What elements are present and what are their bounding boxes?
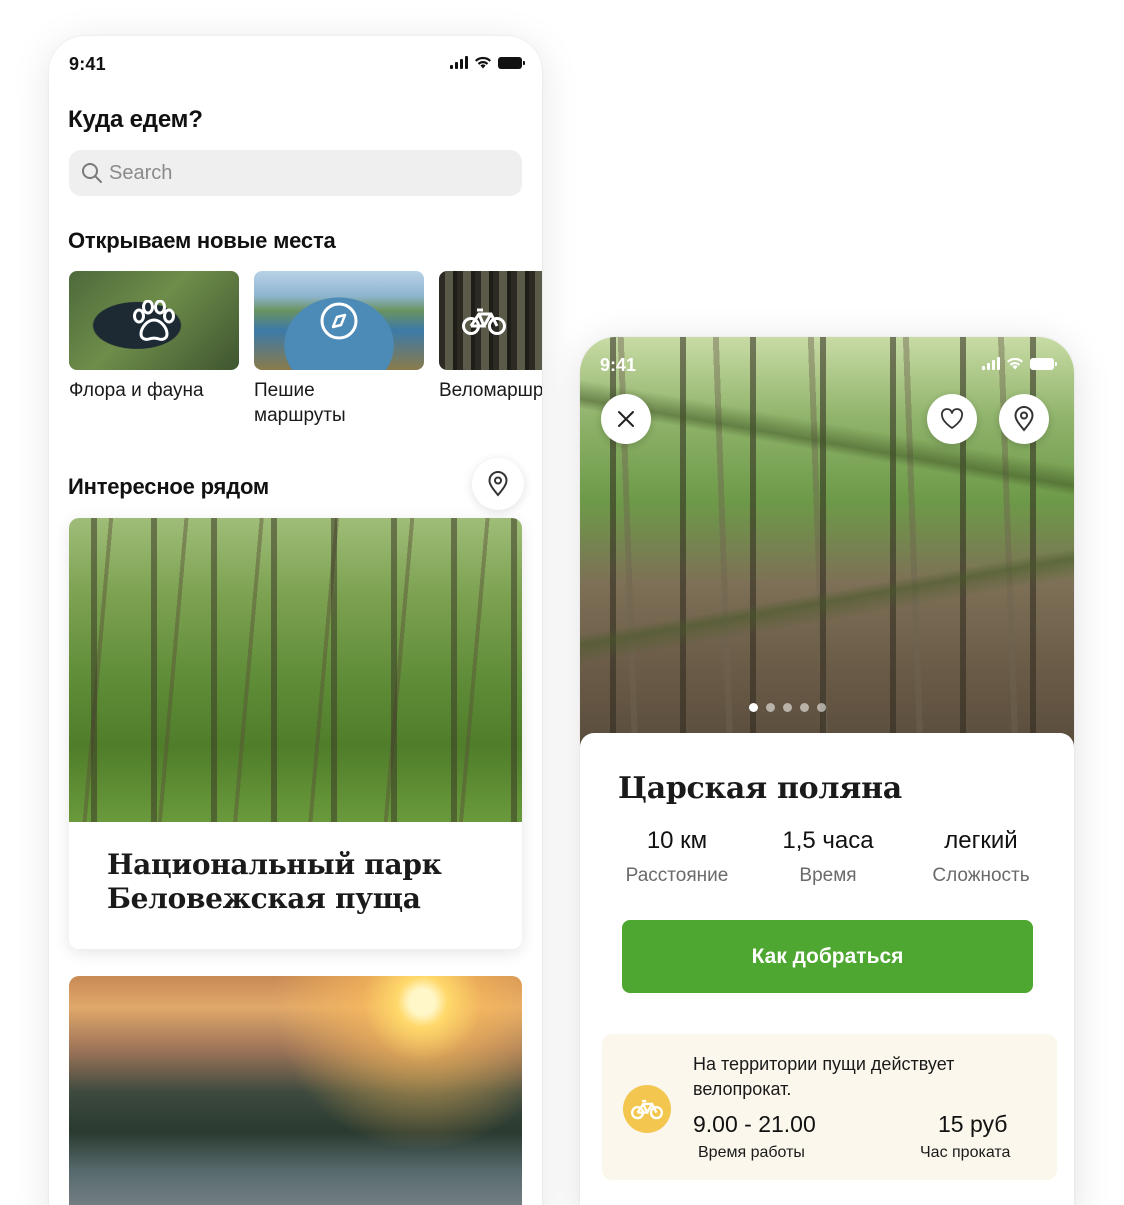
page-title: Куда едем? bbox=[68, 106, 203, 133]
category-flora-fauna[interactable]: Флора и фауна bbox=[69, 271, 239, 403]
stat-distance: 10 км Расстояние bbox=[607, 827, 747, 887]
place-card-image bbox=[69, 518, 522, 822]
status-time: 9:41 bbox=[69, 54, 106, 74]
compass-icon bbox=[320, 302, 358, 339]
category-image bbox=[439, 271, 542, 370]
gallery-pagination[interactable] bbox=[580, 703, 1074, 712]
rental-hours-value: 9.00 - 21.00 bbox=[693, 1111, 816, 1137]
nearby-heading: Интересное рядом bbox=[68, 474, 269, 499]
map-pin-button[interactable] bbox=[472, 458, 524, 510]
rental-price-value: 15 руб bbox=[938, 1111, 1008, 1137]
search-icon bbox=[82, 163, 102, 183]
heart-icon bbox=[941, 408, 963, 429]
stat-value: легкий bbox=[944, 827, 1018, 854]
stat-time: 1,5 часа Время bbox=[758, 827, 898, 887]
place-detail-screen: 9:41 Царская поляна 10 км Расстояние 1,5… bbox=[580, 337, 1074, 1205]
stat-value: 10 км bbox=[646, 827, 708, 854]
signal-icon bbox=[450, 56, 468, 69]
close-button[interactable] bbox=[601, 394, 651, 444]
location-pin-icon bbox=[1014, 406, 1034, 432]
close-icon bbox=[618, 411, 634, 427]
category-label: Пешие маршруты bbox=[254, 380, 346, 426]
rental-price-label: Час проката bbox=[920, 1144, 1011, 1161]
battery-icon bbox=[498, 56, 525, 69]
search-bar[interactable] bbox=[69, 150, 522, 196]
wifi-icon bbox=[475, 56, 491, 69]
signal-icon bbox=[982, 357, 1000, 370]
rental-hours-label: Время работы bbox=[698, 1144, 805, 1161]
directions-button[interactable]: Как добраться bbox=[622, 920, 1033, 993]
search-input[interactable] bbox=[109, 161, 489, 185]
location-pin-icon bbox=[488, 471, 508, 497]
status-icons bbox=[450, 56, 525, 69]
status-bar: 9:41 bbox=[580, 337, 1074, 387]
place-card[interactable]: Национальный парк Беловежская пуща bbox=[69, 518, 522, 949]
bike-badge bbox=[623, 1085, 671, 1133]
rental-note: На территории пущи действует велопрокат. bbox=[693, 1054, 955, 1099]
status-bar: 9:41 bbox=[49, 36, 542, 92]
battery-icon bbox=[1030, 357, 1057, 370]
bike-rental-info: На территории пущи действует велопрокат.… bbox=[602, 1034, 1057, 1180]
category-image bbox=[69, 271, 239, 370]
gallery-dot[interactable] bbox=[799, 703, 809, 712]
wifi-icon bbox=[1007, 357, 1023, 370]
category-image bbox=[254, 271, 424, 370]
category-label: Веломаршруты bbox=[439, 380, 542, 401]
status-time: 9:41 bbox=[600, 355, 637, 375]
bicycle-icon bbox=[462, 308, 506, 335]
paw-icon bbox=[133, 299, 175, 341]
stat-label: Сложность bbox=[932, 865, 1030, 886]
stat-label: Время bbox=[799, 865, 857, 886]
gallery-dot[interactable] bbox=[748, 703, 758, 712]
status-icons bbox=[982, 357, 1057, 370]
gallery-dot[interactable] bbox=[816, 703, 826, 712]
category-hiking[interactable]: Пешие маршруты bbox=[254, 271, 424, 428]
favorite-button[interactable] bbox=[927, 394, 977, 444]
home-screen: 9:41 Куда едем? Открываем новые места bbox=[49, 36, 542, 1205]
place-card-title: Национальный парк Беловежская пуща bbox=[107, 848, 442, 915]
place-photo-gallery[interactable] bbox=[580, 337, 1074, 747]
show-on-map-button[interactable] bbox=[999, 394, 1049, 444]
place-title: Царская поляна bbox=[618, 771, 902, 806]
stat-value: 1,5 часа bbox=[782, 827, 874, 854]
place-card-image-next[interactable] bbox=[69, 976, 522, 1205]
bicycle-icon bbox=[631, 1099, 663, 1120]
stat-label: Расстояние bbox=[625, 865, 729, 886]
gallery-dot[interactable] bbox=[782, 703, 792, 712]
place-info-sheet: Царская поляна 10 км Расстояние 1,5 часа… bbox=[580, 733, 1074, 1205]
category-label: Флора и фауна bbox=[69, 380, 204, 401]
stat-difficulty: легкий Сложность bbox=[911, 827, 1051, 887]
discover-heading: Открываем новые места bbox=[68, 228, 336, 253]
gallery-dot[interactable] bbox=[765, 703, 775, 712]
category-carousel[interactable]: Флора и фауна Пешие маршруты Веломаршр bbox=[69, 271, 542, 441]
category-cycling[interactable]: Веломаршруты bbox=[439, 271, 542, 403]
